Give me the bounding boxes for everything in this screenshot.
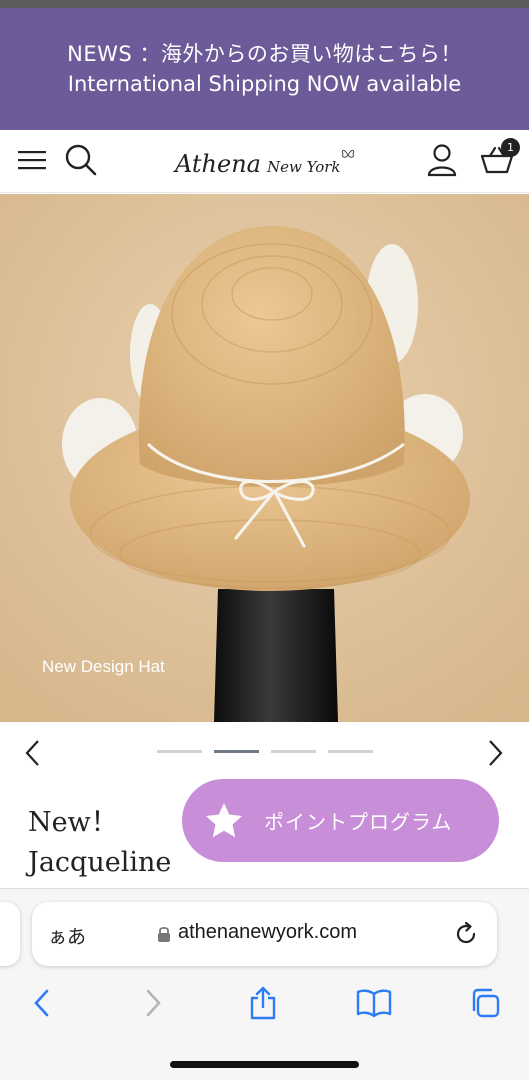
carousel-next-button[interactable]: [480, 736, 512, 770]
news-text-english: International Shipping NOW available: [67, 72, 462, 96]
url-text: athenanewyork.com: [178, 921, 357, 943]
news-banner[interactable]: NEWS ：海外からのお買い物はこちら！ International Shipp…: [0, 8, 529, 130]
chevron-left-icon: [34, 989, 49, 1017]
share-button[interactable]: [241, 981, 285, 1025]
hero-image[interactable]: New Design Hat: [0, 194, 529, 722]
home-indicator[interactable]: [170, 1061, 359, 1068]
address-bar[interactable]: ぁあ athenanewyork.com: [32, 902, 497, 966]
menu-button[interactable]: [12, 140, 52, 180]
hero-caption: New Design Hat: [42, 657, 165, 676]
share-icon: [250, 986, 276, 1020]
previous-tab-preview[interactable]: [0, 902, 20, 966]
browser-chrome: ぁあ athenanewyork.com: [0, 888, 529, 1080]
carousel-dot[interactable]: [157, 750, 202, 753]
chevron-right-icon: [489, 740, 503, 766]
browser-toolbar: [0, 981, 529, 1025]
browser-forward-button[interactable]: [132, 981, 176, 1025]
status-strip: [0, 0, 529, 8]
search-button[interactable]: [61, 140, 101, 180]
carousel-dots: [157, 750, 373, 753]
chevron-left-icon: [25, 740, 39, 766]
cart-button[interactable]: 1: [477, 138, 520, 180]
points-program-label: ポイントプログラム: [264, 810, 453, 834]
product-title: New！ Jacqueline: [28, 803, 171, 883]
browser-back-button[interactable]: [19, 981, 63, 1025]
tabs-button[interactable]: [463, 981, 507, 1025]
account-button[interactable]: [422, 140, 462, 180]
news-text-japanese: NEWS ：海外からのお買い物はこちら！: [67, 42, 462, 66]
page-settings-button[interactable]: ぁあ: [48, 922, 86, 949]
site-header: Athena New York 1: [0, 130, 529, 193]
site-logo[interactable]: Athena New York: [175, 149, 355, 178]
bookmarks-icon: [356, 989, 392, 1018]
product-title-line2: Jacqueline: [28, 847, 172, 878]
lock-icon: [158, 926, 170, 942]
search-icon: [65, 144, 97, 176]
carousel-dot[interactable]: [271, 750, 316, 753]
chevron-right-icon: [146, 989, 161, 1017]
carousel-controls: [0, 722, 529, 784]
tabs-icon: [472, 988, 500, 1018]
points-program-button[interactable]: ポイントプログラム: [182, 779, 499, 862]
account-icon: [427, 144, 457, 177]
logo-main-text: Athena: [175, 150, 261, 178]
logo-sub-text: New York: [266, 158, 341, 176]
carousel-dot-active[interactable]: [214, 750, 259, 753]
bookmarks-button[interactable]: [352, 981, 396, 1025]
butterfly-icon: [341, 149, 355, 158]
menu-icon: [18, 151, 46, 170]
carousel-dot[interactable]: [328, 750, 373, 753]
hat-photo: [0, 194, 529, 722]
product-title-line1: New！: [28, 807, 118, 838]
cart-count-badge: 1: [501, 138, 520, 157]
star-icon: [206, 802, 242, 837]
carousel-prev-button[interactable]: [16, 736, 48, 770]
reload-icon[interactable]: [452, 920, 480, 948]
